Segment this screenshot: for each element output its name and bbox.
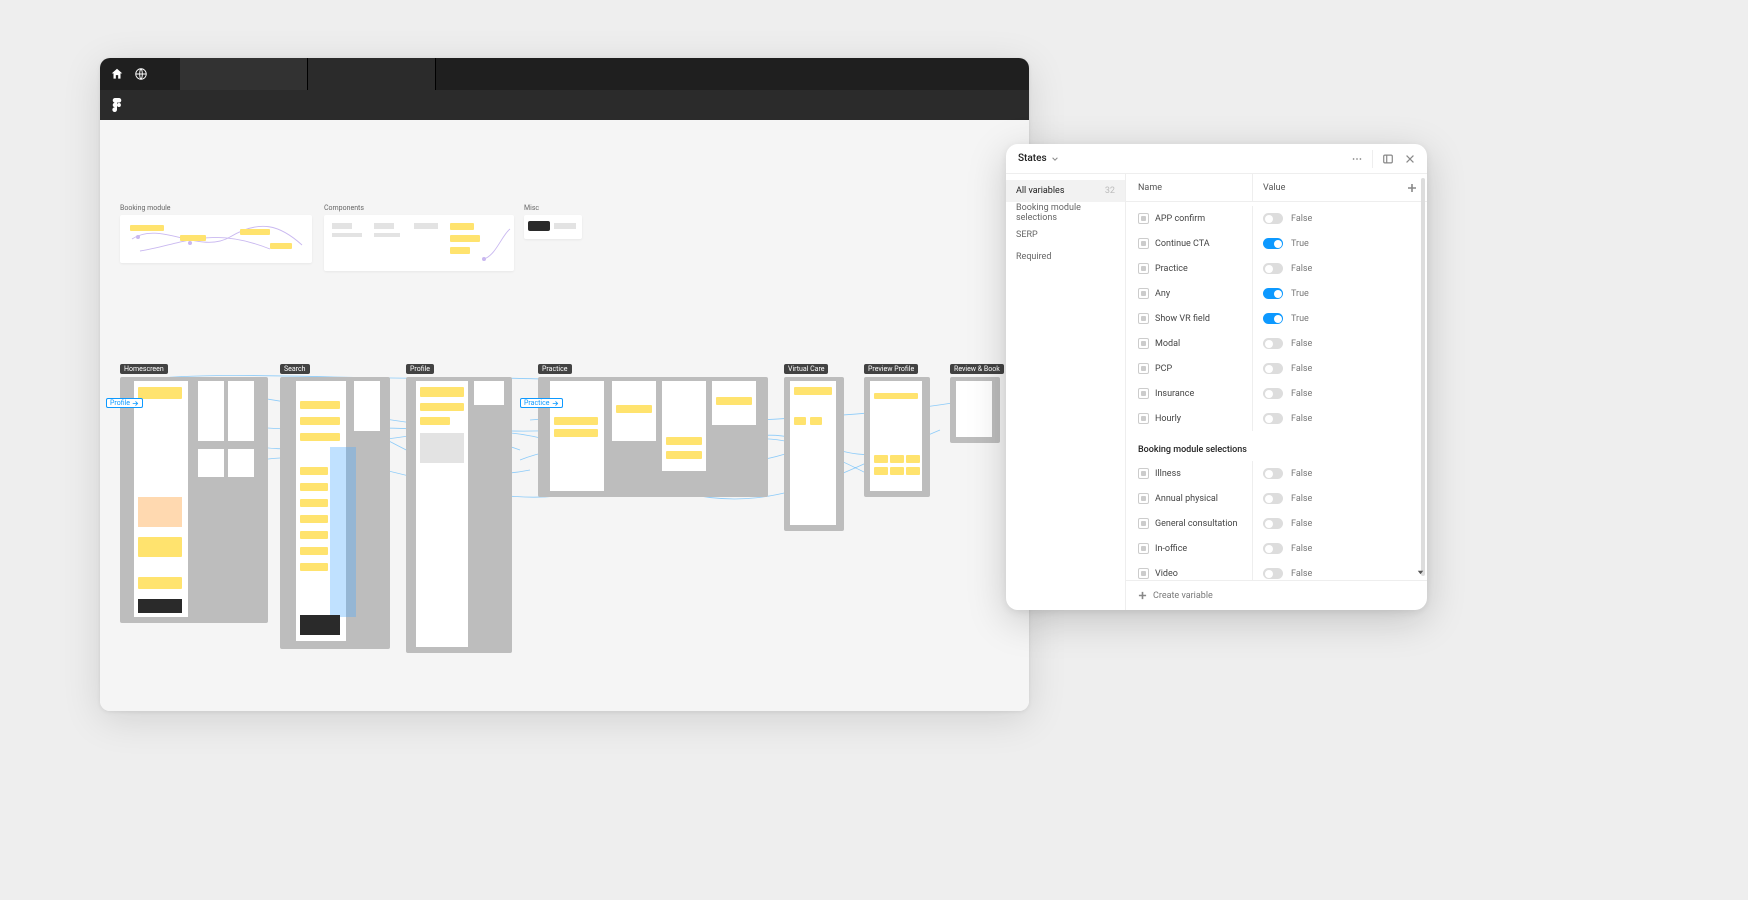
variable-row[interactable]: Modal False bbox=[1126, 331, 1427, 356]
browser-titlebar bbox=[100, 58, 1029, 90]
panel-header: States bbox=[1006, 144, 1427, 174]
boolean-type-icon bbox=[1138, 263, 1149, 274]
panel-booking-module[interactable]: Booking module bbox=[120, 215, 312, 263]
panel-label: Misc bbox=[524, 204, 539, 212]
frame-label: Review & Book bbox=[950, 364, 1004, 374]
boolean-toggle[interactable] bbox=[1263, 338, 1283, 349]
boolean-toggle[interactable] bbox=[1263, 213, 1283, 224]
variable-row[interactable]: In-office False bbox=[1126, 536, 1427, 561]
boolean-type-icon bbox=[1138, 413, 1149, 424]
variable-row[interactable]: Insurance False bbox=[1126, 381, 1427, 406]
column-name: Name bbox=[1126, 183, 1252, 193]
boolean-type-icon bbox=[1138, 493, 1149, 504]
panel-components[interactable]: Components bbox=[324, 215, 514, 271]
frame-label: Profile bbox=[406, 364, 434, 374]
boolean-toggle[interactable] bbox=[1263, 238, 1283, 249]
boolean-type-icon bbox=[1138, 388, 1149, 399]
boolean-type-icon bbox=[1138, 238, 1149, 249]
variables-panel: States All variables32Booking module sel… bbox=[1006, 144, 1427, 610]
boolean-type-icon bbox=[1138, 568, 1149, 579]
variable-group-title: Booking module selections bbox=[1126, 431, 1427, 461]
frame-label: Preview Profile bbox=[864, 364, 918, 374]
variable-row[interactable]: Illness False bbox=[1126, 461, 1427, 486]
boolean-type-icon bbox=[1138, 288, 1149, 299]
prototype-tag-practice[interactable]: Practice bbox=[520, 398, 563, 408]
browser-tab[interactable] bbox=[308, 58, 436, 90]
boolean-type-icon bbox=[1138, 213, 1149, 224]
boolean-toggle[interactable] bbox=[1263, 288, 1283, 299]
create-variable-button[interactable]: Create variable bbox=[1126, 580, 1427, 610]
scroll-down-icon[interactable] bbox=[1416, 568, 1425, 580]
scrollbar[interactable] bbox=[1421, 178, 1425, 576]
boolean-type-icon bbox=[1138, 468, 1149, 479]
boolean-type-icon bbox=[1138, 363, 1149, 374]
panel-misc[interactable]: Misc bbox=[524, 215, 582, 239]
panel-label: Components bbox=[324, 204, 364, 212]
sidebar-collection-item[interactable]: All variables32 bbox=[1006, 180, 1125, 202]
panel-sidebar: All variables32Booking module selections… bbox=[1006, 174, 1126, 610]
boolean-toggle[interactable] bbox=[1263, 263, 1283, 274]
prototype-tag-profile[interactable]: Profile bbox=[106, 398, 143, 408]
more-icon[interactable] bbox=[1350, 152, 1364, 166]
figma-toolbar bbox=[100, 90, 1029, 120]
variable-row[interactable]: Hourly False bbox=[1126, 406, 1427, 431]
boolean-toggle[interactable] bbox=[1263, 468, 1283, 479]
figma-logo-icon[interactable] bbox=[110, 98, 124, 112]
browser-tab-strip bbox=[180, 58, 436, 90]
frame-practice[interactable]: Practice bbox=[538, 377, 768, 497]
variable-list[interactable]: APP confirm False Continue CTA True Prac… bbox=[1126, 202, 1427, 580]
boolean-toggle[interactable] bbox=[1263, 363, 1283, 374]
add-column-icon[interactable] bbox=[1407, 183, 1417, 193]
boolean-toggle[interactable] bbox=[1263, 568, 1283, 579]
variable-row[interactable]: Show VR field True bbox=[1126, 306, 1427, 331]
close-icon[interactable] bbox=[1403, 152, 1417, 166]
variable-row[interactable]: General consultation False bbox=[1126, 511, 1427, 536]
boolean-toggle[interactable] bbox=[1263, 493, 1283, 504]
frame-label: Practice bbox=[538, 364, 572, 374]
boolean-toggle[interactable] bbox=[1263, 388, 1283, 399]
figma-canvas[interactable]: Booking module Components bbox=[100, 120, 1029, 711]
figma-browser-window: Booking module Components bbox=[100, 58, 1029, 711]
variable-row[interactable]: Practice False bbox=[1126, 256, 1427, 281]
boolean-toggle[interactable] bbox=[1263, 518, 1283, 529]
chevron-down-icon[interactable] bbox=[1051, 155, 1059, 163]
boolean-type-icon bbox=[1138, 338, 1149, 349]
column-headers: Name Value bbox=[1126, 174, 1427, 202]
boolean-toggle[interactable] bbox=[1263, 543, 1283, 554]
browser-tab[interactable] bbox=[180, 58, 308, 90]
variable-row[interactable]: APP confirm False bbox=[1126, 206, 1427, 231]
sidebar-collection-item[interactable]: Booking module selections bbox=[1006, 202, 1125, 224]
variable-row[interactable]: PCP False bbox=[1126, 356, 1427, 381]
boolean-type-icon bbox=[1138, 518, 1149, 529]
variable-row[interactable]: Annual physical False bbox=[1126, 486, 1427, 511]
frame-search[interactable]: Search bbox=[280, 377, 390, 649]
boolean-toggle[interactable] bbox=[1263, 413, 1283, 424]
boolean-toggle[interactable] bbox=[1263, 313, 1283, 324]
variable-row[interactable]: Any True bbox=[1126, 281, 1427, 306]
frame-preview-profile[interactable]: Preview Profile bbox=[864, 377, 930, 497]
sidebar-toggle-icon[interactable] bbox=[1381, 152, 1395, 166]
panel-title: States bbox=[1018, 153, 1047, 164]
frame-label: Homescreen bbox=[120, 364, 168, 374]
frame-label: Search bbox=[280, 364, 310, 374]
frame-label: Virtual Care bbox=[784, 364, 828, 374]
panel-label: Booking module bbox=[120, 204, 170, 212]
frame-review-book[interactable]: Review & Book bbox=[950, 377, 1000, 443]
frame-virtual-care[interactable]: Virtual Care bbox=[784, 377, 844, 531]
plus-icon bbox=[1138, 591, 1147, 600]
variable-row[interactable]: Continue CTA True bbox=[1126, 231, 1427, 256]
frame-profile[interactable]: Profile bbox=[406, 377, 512, 653]
variable-row[interactable]: Video False bbox=[1126, 561, 1427, 580]
frame-homescreen[interactable]: Homescreen bbox=[120, 377, 268, 623]
boolean-type-icon bbox=[1138, 313, 1149, 324]
sidebar-collection-item[interactable]: SERP bbox=[1006, 224, 1125, 246]
globe-icon[interactable] bbox=[134, 67, 148, 81]
column-value: Value bbox=[1263, 183, 1285, 193]
home-icon[interactable] bbox=[110, 67, 124, 81]
sidebar-collection-item[interactable]: Required bbox=[1006, 246, 1125, 268]
boolean-type-icon bbox=[1138, 543, 1149, 554]
